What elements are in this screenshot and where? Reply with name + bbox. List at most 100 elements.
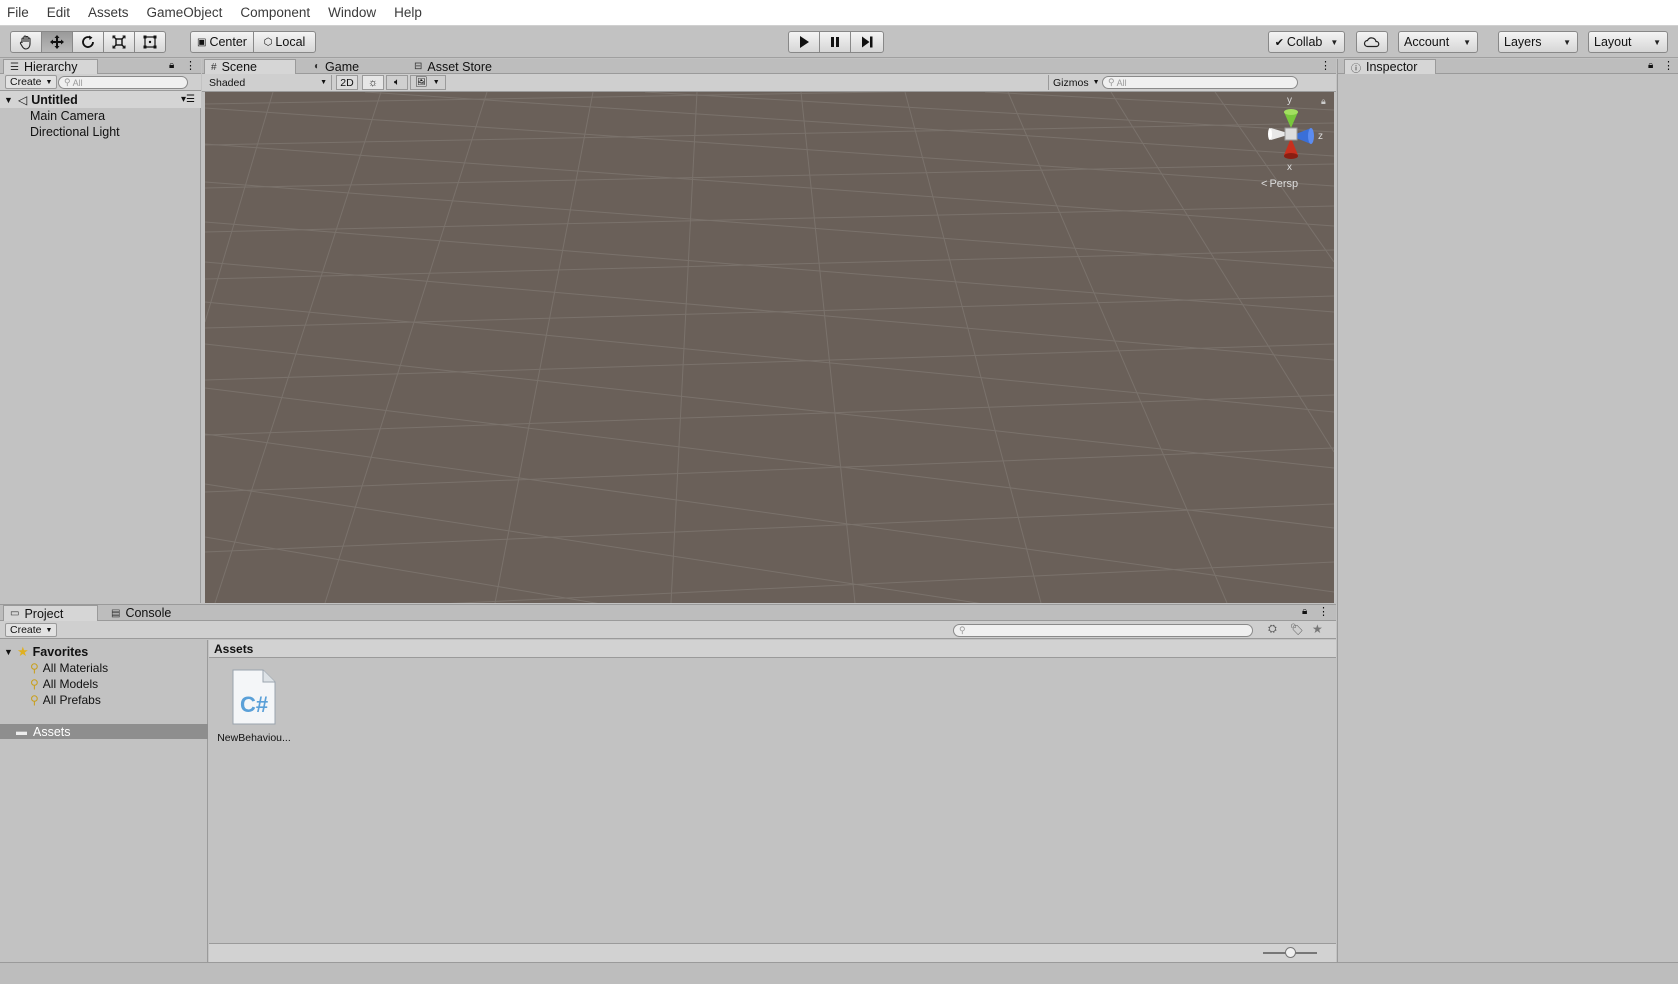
move-tool-icon <box>50 35 64 49</box>
hierarchy-panel: ☰ Hierarchy 🔒︎ ⋮ Create ▼ ⚲ All ▼ ◁ Unti… <box>0 59 201 603</box>
rotate-tool-icon <box>82 35 94 48</box>
tab-game[interactable]: ◐ Game <box>308 59 388 74</box>
expand-arrow-icon[interactable]: ▼ <box>4 647 14 657</box>
hierarchy-item-directional-light[interactable]: Directional Light <box>30 125 120 139</box>
orientation-gizmo[interactable] <box>1251 100 1331 190</box>
gizmo-lock-icon[interactable]: 🔒︎ <box>1321 96 1326 107</box>
chevron-down-icon: ▼ <box>1653 37 1661 47</box>
menu-edit[interactable]: Edit <box>47 5 70 20</box>
menu-component[interactable]: Component <box>240 5 310 20</box>
search-icon: ⚲ <box>64 77 71 87</box>
icon-size-slider-thumb[interactable] <box>1285 947 1296 958</box>
favorite-star-icon[interactable]: ★ <box>1312 622 1323 636</box>
gizmos-dropdown[interactable]: Gizmos ▼ <box>1048 75 1100 90</box>
tab-scene[interactable]: # Scene <box>204 59 296 74</box>
scene-root-row[interactable]: ▼ ◁ Untitled ▾☰ <box>0 91 201 108</box>
chevron-down-icon: ▼ <box>1330 37 1339 47</box>
info-icon: ⓘ <box>1351 63 1361 75</box>
list-icon: ☰ <box>10 61 19 73</box>
store-icon: ⊟ <box>414 61 423 72</box>
favorite-all-models[interactable]: ⚲ All Models <box>30 676 98 692</box>
hand-tool-button[interactable] <box>10 31 42 53</box>
favorites-row[interactable]: ▼ ★ Favorites <box>0 644 208 660</box>
account-dropdown[interactable]: Account ▼ <box>1398 31 1478 53</box>
expand-arrow-icon[interactable]: ▼ <box>4 95 14 105</box>
menu-file[interactable]: File <box>7 5 29 20</box>
scale-tool-button[interactable] <box>103 31 135 53</box>
sun-icon: ☼ <box>367 76 379 89</box>
filter-by-type-icon[interactable]: ⛭ <box>1268 623 1277 636</box>
scene-viewport[interactable]: y z x 🔒︎ < Persp <box>205 92 1334 603</box>
project-create-dropdown[interactable]: Create ▼ <box>5 623 58 637</box>
inspector-panel: ⓘ Inspector 🔒︎ ⋮ <box>1337 59 1678 962</box>
menu-window[interactable]: Window <box>328 5 376 20</box>
pivot-rotation-button[interactable]: ⬡ Local <box>253 31 316 53</box>
chevron-down-icon: ▼ <box>1092 79 1100 86</box>
asset-item-script[interactable]: C# NewBehaviou... <box>217 668 291 748</box>
scene-menu-icon[interactable]: ▾☰ <box>181 94 195 105</box>
step-button[interactable] <box>850 31 884 53</box>
menu-bar: File Edit Assets GameObject Component Wi… <box>0 0 1678 26</box>
menu-gameobject[interactable]: GameObject <box>147 5 223 20</box>
panel-menu-icon[interactable]: ⋮ <box>1320 59 1331 72</box>
scale-tool-icon <box>112 35 126 49</box>
cloud-button[interactable] <box>1356 31 1388 53</box>
assets-folder-row[interactable]: ▬ Assets <box>0 724 208 739</box>
shading-mode-dropdown[interactable]: Shaded ▼ <box>204 75 332 90</box>
step-icon <box>862 36 873 48</box>
hierarchy-search-input[interactable]: ⚲ All <box>58 76 188 89</box>
layout-dropdown[interactable]: Layout ▼ <box>1588 31 1668 53</box>
filter-by-label-icon[interactable]: 🏷︎ <box>1290 623 1304 636</box>
image-icon: 🖼︎ <box>415 77 428 88</box>
svg-text:C#: C# <box>240 692 268 717</box>
menu-assets[interactable]: Assets <box>88 5 129 20</box>
project-tabbar: ▭ Project ▤ Console 🔒︎ ⋮ <box>0 605 1336 621</box>
tab-console[interactable]: ▤ Console <box>105 605 185 621</box>
panel-menu-icon[interactable]: ⋮ <box>1663 59 1674 72</box>
lock-icon[interactable]: 🔒︎ <box>169 60 174 71</box>
chevron-down-icon: ▼ <box>1463 37 1471 47</box>
scene-lighting-toggle[interactable]: ☼ <box>362 75 384 90</box>
tab-inspector[interactable]: ⓘ Inspector <box>1344 59 1436 75</box>
move-tool-button[interactable] <box>41 31 73 53</box>
scene-search-input[interactable]: ⚲ All <box>1102 76 1298 89</box>
chevron-down-icon: ▼ <box>432 79 440 86</box>
menu-help[interactable]: Help <box>394 5 422 20</box>
panel-menu-icon[interactable]: ⋮ <box>1318 605 1329 618</box>
panel-menu-icon[interactable]: ⋮ <box>185 59 196 72</box>
star-icon: ★ <box>17 644 29 659</box>
tab-project[interactable]: ▭ Project <box>3 605 98 621</box>
collab-check-icon: ✔ <box>1274 36 1284 49</box>
chevron-down-icon: ▼ <box>320 79 327 86</box>
tab-hierarchy[interactable]: ☰ Hierarchy <box>3 59 98 74</box>
pause-button[interactable] <box>819 31 851 53</box>
lock-icon[interactable]: 🔒︎ <box>1648 60 1653 71</box>
scene-audio-toggle[interactable]: 🔈︎ <box>386 75 408 90</box>
inspector-tabbar: ⓘ Inspector 🔒︎ ⋮ <box>1338 59 1678 75</box>
rect-tool-button[interactable] <box>134 31 166 53</box>
2d-mode-toggle[interactable]: 2D <box>336 75 358 90</box>
favorite-all-prefabs[interactable]: ⚲ All Prefabs <box>30 692 101 708</box>
pause-icon <box>831 37 839 47</box>
scene-effects-dropdown[interactable]: 🖼︎ ▼ <box>410 75 446 90</box>
project-toolbar: Create ▼ ⚲ ⛭ 🏷︎ ★ <box>0 621 1336 639</box>
play-button[interactable] <box>788 31 820 53</box>
favorite-all-materials[interactable]: ⚲ All Materials <box>30 660 108 676</box>
scene-tabbar: # Scene ◐ Game ⊟ Asset Store ⋮ <box>202 59 1336 74</box>
hierarchy-item-main-camera[interactable]: Main Camera <box>30 109 105 123</box>
project-search-input[interactable]: ⚲ <box>953 624 1253 637</box>
layers-dropdown[interactable]: Layers ▼ <box>1498 31 1578 53</box>
project-asset-area: Assets C# NewBehaviou... <box>209 640 1336 963</box>
folder-icon: ▬ <box>16 725 27 738</box>
projection-toggle[interactable]: < Persp <box>1261 178 1298 190</box>
hierarchy-create-dropdown[interactable]: Create ▼ <box>5 75 58 89</box>
rotate-tool-button[interactable] <box>72 31 104 53</box>
search-icon: ⚲ <box>959 625 966 635</box>
pivot-mode-button[interactable]: ▣ Center <box>190 31 254 53</box>
tab-asset-store[interactable]: ⊟ Asset Store <box>408 59 508 74</box>
hierarchy-tabbar: ☰ Hierarchy 🔒︎ ⋮ <box>0 59 201 74</box>
collab-dropdown[interactable]: ✔ Collab ▼ <box>1268 31 1345 53</box>
local-cube-icon: ⬡ <box>263 36 273 48</box>
lock-icon[interactable]: 🔒︎ <box>1302 606 1307 617</box>
breadcrumb: Assets <box>209 640 1336 658</box>
